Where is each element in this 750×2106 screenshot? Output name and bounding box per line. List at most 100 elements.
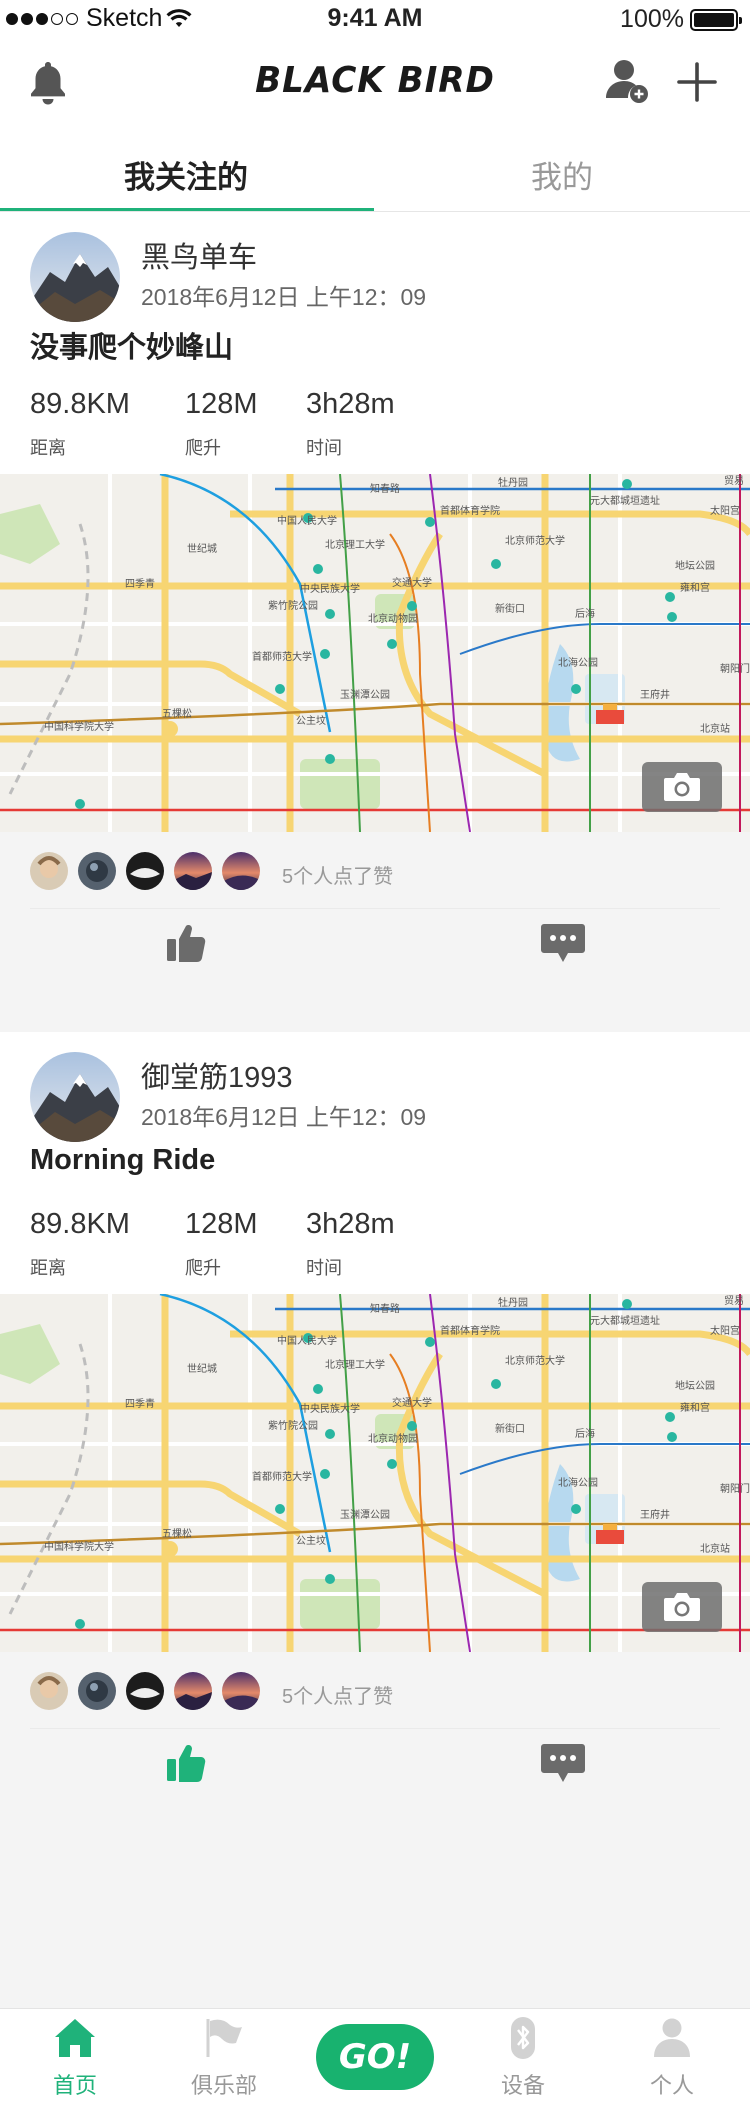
active-tab-indicator (0, 208, 374, 211)
tab-following[interactable]: 我关注的 (124, 152, 248, 197)
svg-text:紫竹院公园: 紫竹院公园 (268, 1419, 318, 1432)
distance-label: 距离 (30, 1258, 66, 1278)
time-value: 3h28m (306, 388, 395, 420)
svg-text:元大都城垣遗址: 元大都城垣遗址 (590, 1314, 660, 1327)
bluetooth-icon (511, 2017, 535, 2059)
liker-avatar[interactable] (222, 852, 260, 890)
home-icon (55, 2019, 95, 2057)
battery-status: 100% (620, 5, 742, 34)
svg-text:五棵松: 五棵松 (162, 1527, 192, 1540)
svg-text:首都师范大学: 首都师范大学 (252, 650, 312, 663)
post-card[interactable]: 御堂筋1993 2018年6月12日 上午12：09 Morning Ride … (0, 1032, 750, 1782)
nav-club[interactable]: 俱乐部 (164, 2017, 284, 2100)
svg-text:世纪城: 世纪城 (187, 1363, 217, 1375)
nav-home-label: 首页 (52, 2073, 97, 2098)
svg-text:太阳宫: 太阳宫 (710, 1324, 740, 1337)
svg-text:首都体育学院: 首都体育学院 (440, 1324, 500, 1337)
ride-title[interactable]: 没事爬个妙峰山 (30, 324, 233, 366)
comment-icon[interactable] (540, 922, 586, 964)
svg-text:北京动物园: 北京动物园 (368, 612, 418, 625)
svg-text:地坛公园: 地坛公园 (675, 559, 715, 572)
svg-text:北海公园: 北海公园 (558, 656, 598, 669)
status-bar: Sketch 9:41 AM 100% (0, 0, 750, 40)
time-label: 时间 (306, 1258, 342, 1278)
likers-avatars[interactable] (30, 1672, 260, 1710)
feed-tabs: 我关注的 我的 (0, 132, 750, 212)
nav-club-label: 俱乐部 (190, 2073, 257, 2098)
liker-avatar[interactable] (174, 852, 212, 890)
svg-text:雍和宫: 雍和宫 (680, 581, 710, 594)
svg-text:中国科学院大学: 中国科学院大学 (44, 720, 114, 733)
svg-text:北京站: 北京站 (700, 1542, 730, 1555)
nav-device[interactable]: 设备 (463, 2017, 583, 2100)
svg-text:五棵松: 五棵松 (162, 707, 192, 720)
like-count[interactable]: 5个人点了赞 (282, 1680, 393, 1709)
likers-avatars[interactable] (30, 852, 260, 890)
svg-text:太阳宫: 太阳宫 (710, 504, 740, 517)
svg-text:北京理工大学: 北京理工大学 (325, 1358, 385, 1371)
svg-text:交通大学: 交通大学 (392, 1396, 432, 1409)
svg-text:中央民族大学: 中央民族大学 (300, 582, 360, 595)
nav-home[interactable]: 首页 (15, 2017, 135, 2100)
route-map[interactable]: 牡丹园 知春路 中国人民大学 首都体育学院 元大都城垣遗址 太阳宫 世纪城 北京理工大学北… (0, 1294, 750, 1652)
svg-text:首都师范大学: 首都师范大学 (252, 1470, 312, 1483)
svg-text:牡丹园: 牡丹园 (498, 476, 528, 489)
svg-text:北京师范大学: 北京师范大学 (505, 1354, 565, 1367)
liker-avatar[interactable] (222, 1672, 260, 1710)
liker-avatar[interactable] (174, 1672, 212, 1710)
thumbs-up-icon[interactable] (165, 1742, 207, 1784)
svg-text:四季青: 四季青 (125, 577, 155, 590)
svg-text:中央民族大学: 中央民族大学 (300, 1402, 360, 1415)
camera-button[interactable] (642, 762, 722, 812)
svg-text:玉渊潭公园: 玉渊潭公园 (340, 689, 390, 701)
username[interactable]: 黑鸟单车 (141, 234, 257, 276)
svg-text:后海: 后海 (575, 607, 595, 620)
camera-icon (664, 773, 700, 801)
climb-label: 爬升 (185, 438, 221, 458)
tab-mine[interactable]: 我的 (531, 152, 593, 197)
go-button[interactable]: GO! (316, 2024, 434, 2090)
avatar[interactable] (30, 232, 120, 322)
climb-value: 128M (185, 388, 258, 420)
like-count[interactable]: 5个人点了赞 (282, 860, 393, 889)
divider (30, 908, 720, 909)
svg-text:中国人民大学: 中国人民大学 (277, 514, 337, 527)
camera-icon (664, 1593, 700, 1621)
svg-text:牡丹园: 牡丹园 (498, 1296, 528, 1309)
battery-icon (690, 8, 742, 31)
battery-percent: 100% (620, 5, 684, 33)
camera-button[interactable] (642, 1582, 722, 1632)
map-canvas: 牡丹园知春路中国人民大学 首都体育学院元大都城垣遗址太阳宫 世纪城 北京理工大学北… (0, 1294, 750, 1652)
svg-text:玉渊潭公园: 玉渊潭公园 (340, 1509, 390, 1521)
comment-icon[interactable] (540, 1742, 586, 1784)
svg-text:中国人民大学: 中国人民大学 (277, 1334, 337, 1347)
nav-profile[interactable]: 个人 (612, 2017, 732, 2100)
add-icon[interactable] (675, 60, 719, 104)
post-card[interactable]: 黑鸟单车 2018年6月12日 上午12：09 没事爬个妙峰山 89.8KM 距… (0, 212, 750, 962)
post-datetime: 2018年6月12日 上午12：09 (141, 284, 427, 310)
svg-text:中国科学院大学: 中国科学院大学 (44, 1540, 114, 1553)
ride-title[interactable]: Morning Ride (30, 1144, 215, 1177)
svg-text:贸易: 贸易 (724, 475, 744, 487)
map-canvas: 牡丹园知春路中国人民大学 首都体育学院元大都城垣遗址太阳宫 世纪城 北京理工大学北… (0, 474, 750, 832)
thumbs-up-icon[interactable] (165, 922, 207, 964)
add-friend-icon[interactable] (604, 58, 650, 104)
liker-avatar[interactable] (78, 852, 116, 890)
liker-avatar[interactable] (126, 1672, 164, 1710)
svg-text:王府井: 王府井 (640, 1508, 670, 1521)
liker-avatar[interactable] (30, 852, 68, 890)
svg-text:公主坟: 公主坟 (296, 1534, 326, 1547)
liker-avatar[interactable] (30, 1672, 68, 1710)
liker-avatar[interactable] (126, 852, 164, 890)
svg-text:元大都城垣遗址: 元大都城垣遗址 (590, 494, 660, 507)
liker-avatar[interactable] (78, 1672, 116, 1710)
route-map[interactable]: 牡丹园 知春路 中国人民大学 首都体育学院 元大都城垣遗址 太阳宫 世纪城 北京理工大学北… (0, 474, 750, 832)
climb-value: 128M (185, 1208, 258, 1240)
svg-text:北京站: 北京站 (700, 722, 730, 735)
avatar[interactable] (30, 1052, 120, 1142)
username[interactable]: 御堂筋1993 (141, 1054, 293, 1096)
svg-text:知春路: 知春路 (370, 482, 400, 495)
distance-value: 89.8KM (30, 388, 130, 420)
time-label: 时间 (306, 438, 342, 458)
nav-device-label: 设备 (500, 2073, 545, 2098)
